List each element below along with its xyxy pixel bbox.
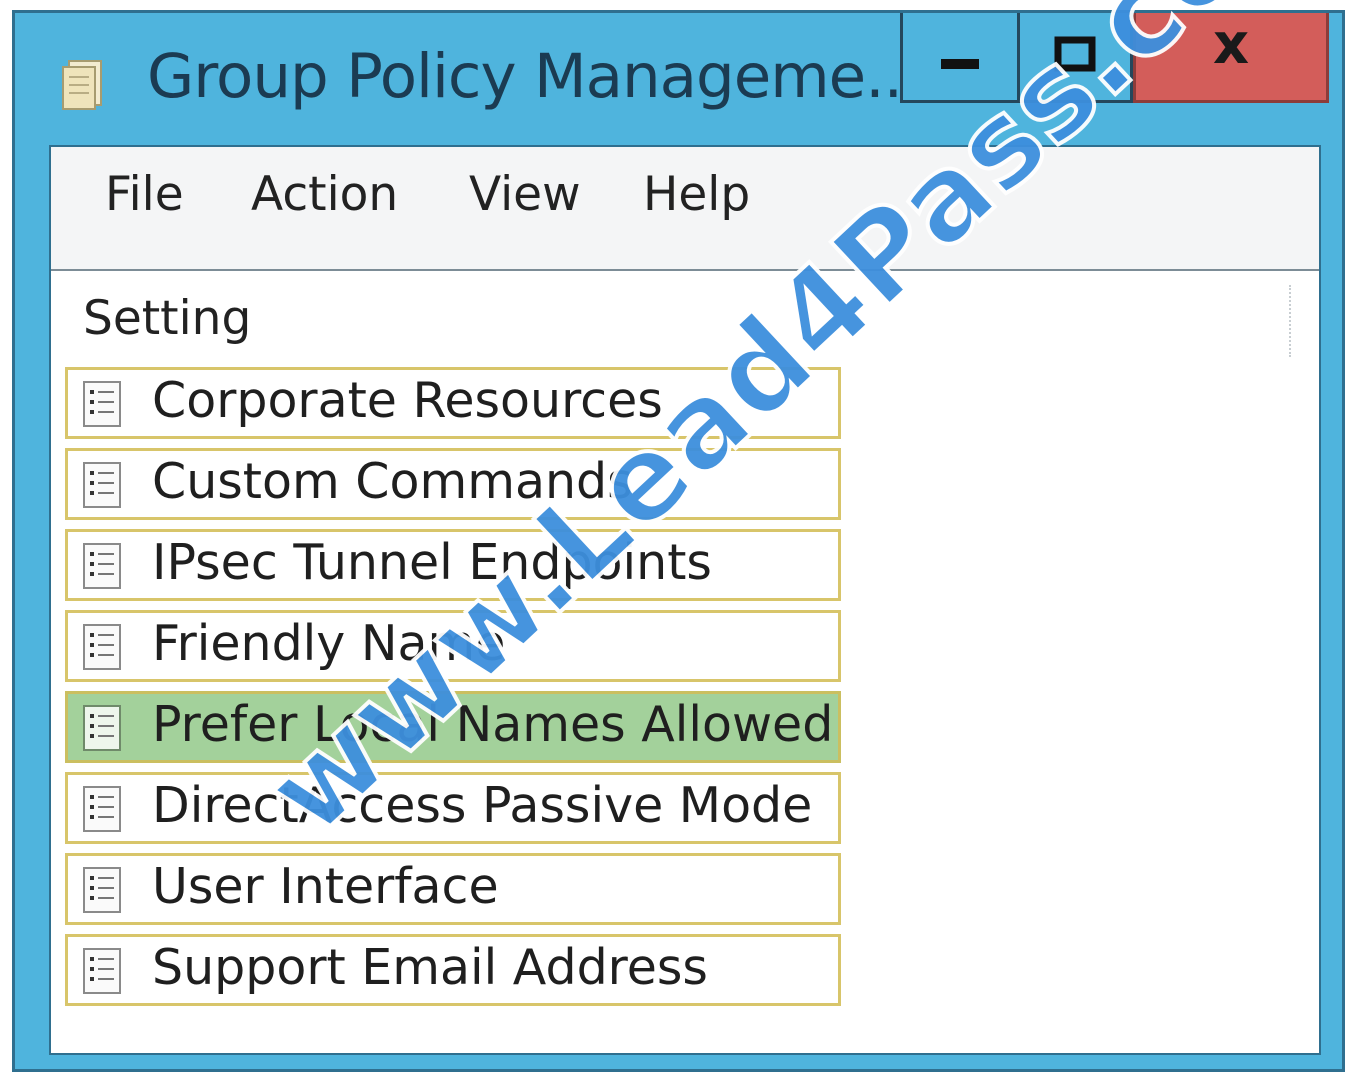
setting-icon: [83, 867, 121, 913]
column-header-setting[interactable]: Setting: [83, 291, 251, 346]
setting-icon: [83, 705, 121, 751]
setting-icon: [83, 948, 121, 994]
setting-icon: [83, 624, 121, 670]
list-item-label: DirectAccess Passive Mode: [152, 777, 813, 834]
menu-action[interactable]: Action: [251, 167, 398, 222]
list-item[interactable]: User Interface: [65, 853, 841, 925]
policy-scroll-icon: [62, 60, 102, 110]
setting-icon: [83, 543, 121, 589]
gpm-window: Group Policy Manageme... x File Action V…: [12, 10, 1345, 1072]
list-item-label: User Interface: [152, 858, 499, 915]
menu-file[interactable]: File: [105, 167, 184, 222]
list-item-label: Support Email Address: [152, 939, 708, 996]
menu-help[interactable]: Help: [643, 167, 750, 222]
list-item[interactable]: Support Email Address: [65, 934, 841, 1006]
column-divider: [1289, 285, 1293, 357]
menu-view[interactable]: View: [469, 167, 581, 222]
main-panel: File Action View Help Setting Corporate …: [49, 145, 1321, 1055]
setting-icon: [83, 786, 121, 832]
setting-icon: [83, 462, 121, 508]
list-item[interactable]: DirectAccess Passive Mode: [65, 772, 841, 844]
list-item-label: Corporate Resources: [152, 372, 663, 429]
setting-icon: [83, 381, 121, 427]
menu-bar: File Action View Help: [51, 147, 1319, 271]
window-title: Group Policy Manageme...: [147, 41, 921, 112]
